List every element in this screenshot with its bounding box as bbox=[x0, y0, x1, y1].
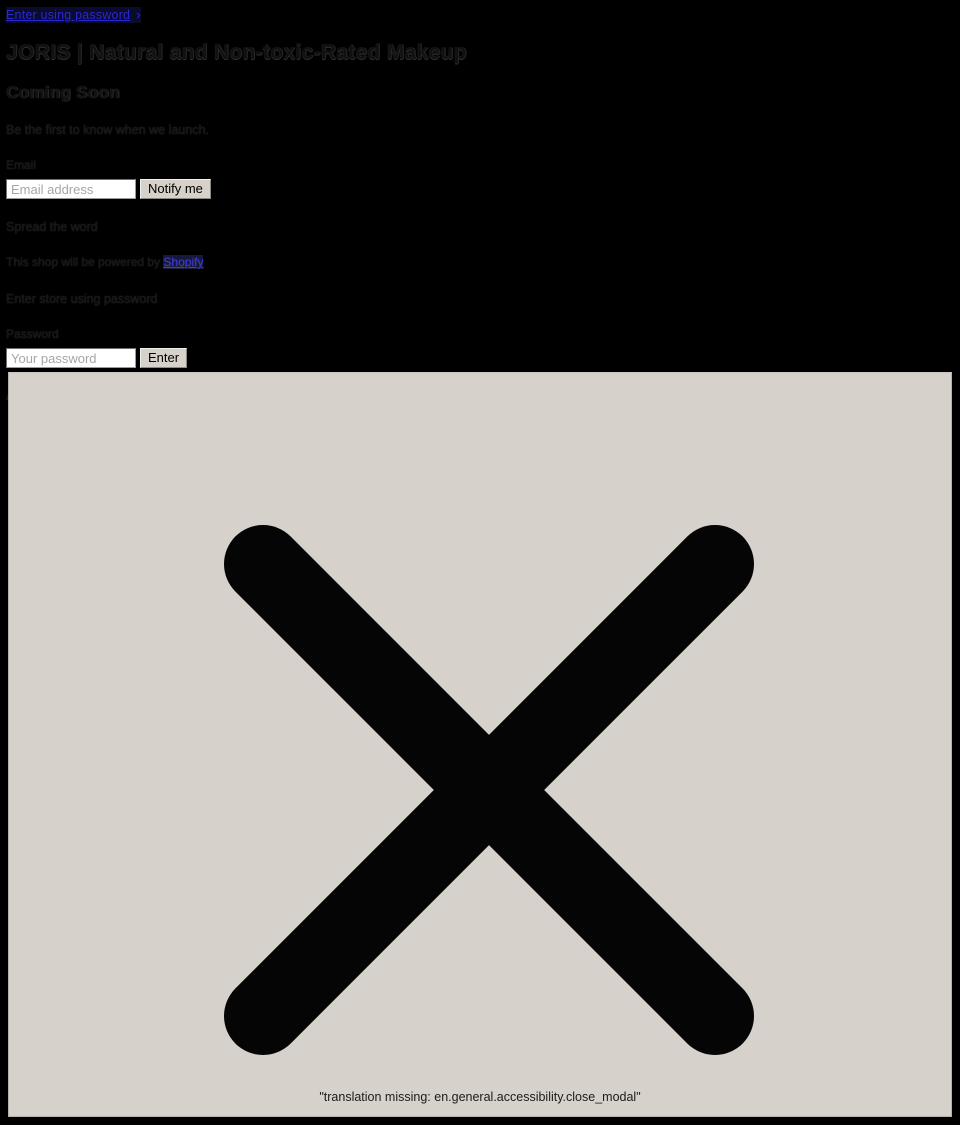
launch-lede-text: Be the first to know when we launch. bbox=[6, 123, 209, 137]
close-modal-button[interactable] bbox=[221, 523, 757, 1057]
email-field-label: Email bbox=[6, 158, 37, 172]
enter-store-heading: Enter store using password bbox=[6, 292, 158, 306]
spread-the-word-heading: Spread the word bbox=[6, 220, 98, 234]
powered-by-line: This shop will be powered by Shopify bbox=[6, 255, 946, 270]
main-content: JORIS | Natural and Non-toxic-Rated Make… bbox=[6, 38, 946, 404]
site-title: JORIS | Natural and Non-toxic-Rated Make… bbox=[6, 41, 467, 64]
close-icon bbox=[224, 525, 754, 1055]
enter-button[interactable]: Enter bbox=[140, 348, 188, 368]
coming-soon-heading: Coming Soon bbox=[6, 83, 120, 102]
password-field-label: Password bbox=[6, 327, 59, 341]
chevron-right-icon: › bbox=[136, 8, 141, 22]
notify-me-button[interactable]: Notify me bbox=[140, 179, 211, 199]
newsletter-form: Notify me bbox=[6, 179, 946, 199]
skip-link-row: Enter using password › bbox=[6, 6, 141, 24]
modal-panel: "translation missing: en.general.accessi… bbox=[8, 372, 952, 1117]
shopify-link[interactable]: Shopify bbox=[163, 255, 204, 269]
powered-by-prefix: This shop will be powered by bbox=[6, 255, 164, 269]
password-form: Enter bbox=[6, 348, 946, 368]
password-input[interactable] bbox=[6, 348, 136, 368]
enter-using-password-label: Enter using password bbox=[6, 8, 131, 22]
email-input[interactable] bbox=[6, 179, 136, 199]
close-modal-caption: "translation missing: en.general.accessi… bbox=[319, 1090, 641, 1104]
enter-using-password-link[interactable]: Enter using password › bbox=[6, 7, 141, 23]
